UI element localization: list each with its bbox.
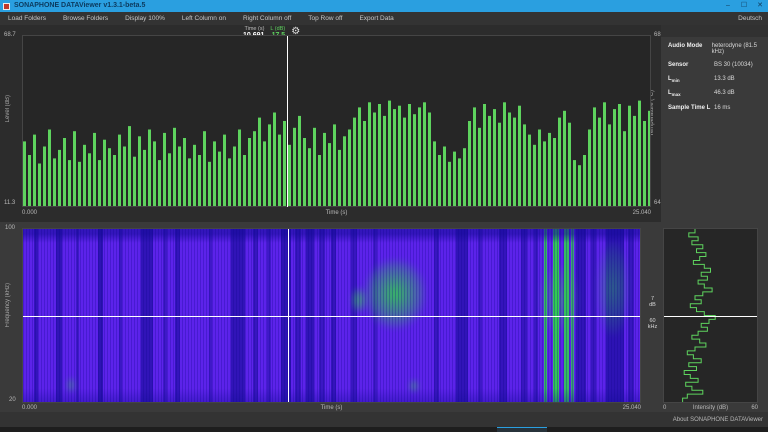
level-axis-min: 11.3	[4, 200, 15, 206]
cursor-intensity-readout: 7 dB	[644, 296, 661, 308]
temp-axis-min: 64	[654, 200, 661, 206]
cursor-frequency-readout: 60 kHz	[644, 318, 661, 330]
window-titlebar: SONAPHONE DATAViewer v1.3.1-beta.5 – ☐ ✕	[0, 0, 768, 12]
close-button[interactable]: ✕	[752, 0, 768, 12]
info-value: heterodyne (81.5 kHz)	[712, 43, 768, 55]
spectrogram-plot[interactable]	[22, 228, 641, 403]
info-label: Sensor	[668, 62, 714, 69]
menu-load-folders[interactable]: Load Folders	[8, 15, 46, 22]
info-row-sensor: Sensor BS 30 (10034)	[668, 62, 768, 69]
cursor-frequency-unit: kHz	[644, 324, 661, 330]
level-waveform	[23, 36, 650, 206]
intensity-x-end: 60	[663, 405, 758, 411]
info-row-audio-mode: Audio Mode heterodyne (81.5 kHz)	[668, 43, 768, 55]
spec-x-end: 25.040	[22, 405, 641, 411]
info-value: BS 30 (10034)	[714, 62, 753, 69]
menu-browse-folders[interactable]: Browse Folders	[63, 15, 108, 22]
info-value: 16 ms	[714, 105, 730, 112]
menubar: Load Folders Browse Folders Display 100%…	[0, 12, 768, 25]
freq-axis-min: 20	[9, 397, 16, 403]
intensity-profile-plot[interactable]	[663, 228, 758, 403]
level-x-end: 25.040	[22, 210, 651, 216]
level-chart-time-cursor[interactable]	[287, 36, 288, 207]
info-value: 13.3 dB	[714, 76, 735, 83]
taskbar	[0, 427, 768, 432]
freq-axis-label: Frequency (kHz)	[5, 283, 11, 327]
level-chart-plot[interactable]	[22, 35, 651, 207]
info-value: 46.3 dB	[714, 90, 735, 97]
menu-display-100[interactable]: Display 100%	[125, 15, 165, 22]
maximize-button[interactable]: ☐	[736, 0, 752, 12]
menu-right-column[interactable]: Right Column off	[243, 15, 291, 22]
menu-left-column[interactable]: Left Column on	[182, 15, 226, 22]
language-button[interactable]: Deutsch	[738, 15, 762, 22]
info-label: Lmax	[668, 90, 714, 97]
freq-axis-max: 100	[5, 225, 15, 231]
info-label: Sample Time L	[668, 105, 714, 112]
minimize-button[interactable]: –	[720, 0, 736, 12]
info-label: Audio Mode	[668, 43, 712, 55]
measurement-info-panel: Audio Mode heterodyne (81.5 kHz) Sensor …	[661, 37, 768, 222]
spectrogram-frequency-cursor[interactable]	[23, 316, 640, 317]
statusbar: About SONAPHONE DATAViewer	[0, 412, 768, 427]
app-icon	[3, 3, 10, 10]
menu-export-data[interactable]: Export Data	[359, 15, 393, 22]
info-row-lmax: Lmax 46.3 dB	[668, 90, 768, 97]
level-axis-label: Level (dB)	[5, 95, 11, 122]
window-title: SONAPHONE DATAViewer v1.3.1-beta.5	[14, 0, 145, 12]
about-link[interactable]: About SONAPHONE DATAViewer	[673, 417, 763, 423]
level-axis-max: 68.7	[4, 32, 16, 38]
cursor-intensity-unit: dB	[644, 302, 661, 308]
info-row-sample-time: Sample Time L 16 ms	[668, 105, 768, 112]
info-label: Lmin	[668, 76, 714, 83]
menu-top-row[interactable]: Top Row off	[308, 15, 342, 22]
info-row-lmin: Lmin 13.3 dB	[668, 76, 768, 83]
temp-axis-max: 68	[654, 32, 661, 38]
taskbar-active-item[interactable]	[497, 427, 547, 432]
intensity-frequency-cursor[interactable]	[664, 316, 757, 317]
